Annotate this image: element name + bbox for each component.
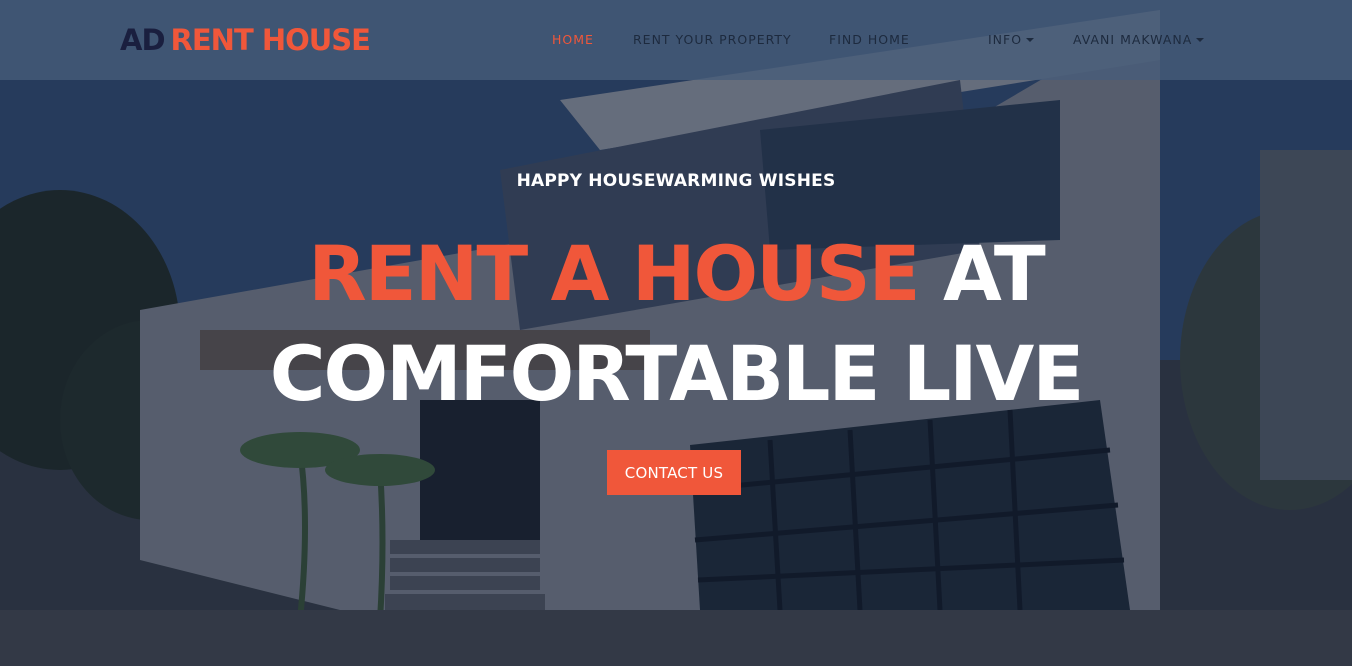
nav-rent-your-property[interactable]: RENT YOUR PROPERTY xyxy=(633,30,792,50)
hero-headline-accent: RENT A HOUSE xyxy=(308,229,920,318)
brand-logo[interactable]: AD RENT HOUSE xyxy=(120,20,371,60)
hero-headline-rest: AT xyxy=(942,229,1046,318)
hero-headline-line-2-text: COMFORTABLE LIVE xyxy=(269,329,1085,418)
nav-find-home[interactable]: FIND HOME xyxy=(829,30,910,50)
nav-info-label: INFO xyxy=(988,32,1023,47)
brand-part-1: AD xyxy=(120,23,166,57)
brand-part-2: RENT HOUSE xyxy=(170,23,371,57)
caret-down-icon xyxy=(1026,38,1035,42)
nav-home[interactable]: HOME xyxy=(552,30,594,50)
hero-headline-line-1: RENT A HOUSE AT xyxy=(0,229,1352,319)
contact-us-button[interactable]: CONTACT US xyxy=(607,450,741,495)
navbar: AD RENT HOUSE HOME RENT YOUR PROPERTY FIN… xyxy=(0,0,1352,80)
caret-down-icon xyxy=(1196,38,1205,42)
nav-user-dropdown[interactable]: AVANI MAKWANA xyxy=(1073,30,1205,50)
hero-headline-line-2: COMFORTABLE LIVE xyxy=(0,329,1352,419)
nav-info-dropdown[interactable]: INFO xyxy=(988,30,1035,50)
nav-user-label: AVANI MAKWANA xyxy=(1073,32,1193,47)
hero-kicker: HAPPY HOUSEWARMING WISHES xyxy=(516,171,836,191)
